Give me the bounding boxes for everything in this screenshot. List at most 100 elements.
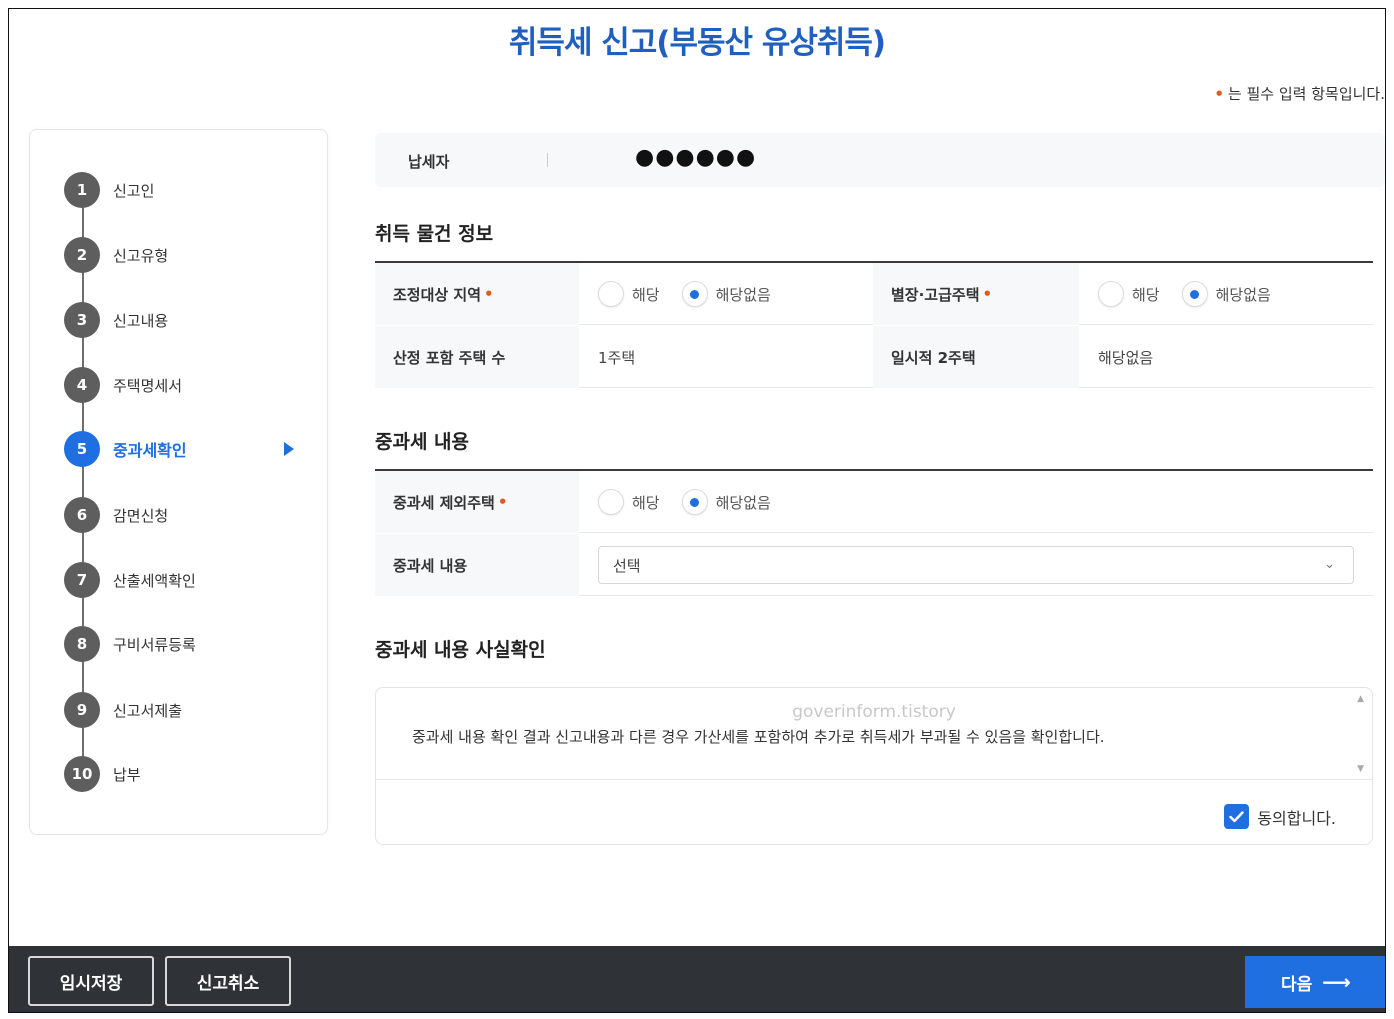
step-number: 9 bbox=[64, 692, 100, 728]
house-count-label: 산정 포함 주택 수 bbox=[375, 326, 579, 388]
heavy-tax-excluded-radio-group: 해당 해당없음 bbox=[598, 489, 793, 515]
arrow-right-icon: ⟶ bbox=[1322, 970, 1351, 994]
label-cell: 중과세 제외주택 • bbox=[375, 471, 579, 533]
step-number: 1 bbox=[64, 172, 100, 208]
watermark: goverinform.tistory bbox=[792, 702, 956, 722]
value-cell: 해당 해당없음 bbox=[579, 471, 1373, 533]
step-sidebar: 1 신고인 2 신고유형 3 신고내용 4 주택명세서 5 중과세확인 6 감면… bbox=[29, 129, 328, 835]
step-number: 10 bbox=[64, 756, 100, 792]
section-title-heavy-tax: 중과세 내용 bbox=[375, 431, 470, 453]
checkbox-checked-icon[interactable] bbox=[1224, 804, 1250, 829]
step-5[interactable]: 5 중과세확인 bbox=[64, 431, 314, 467]
step-6[interactable]: 6 감면신청 bbox=[64, 497, 314, 533]
select-value: 선택 bbox=[613, 556, 641, 575]
row-heavy-tax-excluded: 중과세 제외주택 • 해당 해당없음 bbox=[375, 471, 1373, 533]
step-7[interactable]: 7 산출세액확인 bbox=[64, 562, 314, 598]
step-label: 신고서제출 bbox=[113, 701, 183, 720]
next-button-label: 다음 bbox=[1281, 974, 1313, 995]
fact-check-text: 중과세 내용 확인 결과 신고내용과 다른 경우 가산세를 포함하여 추가로 취… bbox=[412, 728, 1105, 746]
required-mark: • bbox=[1214, 85, 1224, 103]
radio-circle[interactable] bbox=[598, 281, 624, 307]
row-house-count: 산정 포함 주택 수 1주택 일시적 2주택 해당없음 bbox=[375, 326, 1373, 388]
villa-radio-no[interactable]: 해당없음 bbox=[1181, 281, 1271, 307]
radio-circle[interactable] bbox=[1098, 281, 1124, 307]
villa-radio-yes[interactable]: 해당 bbox=[1098, 281, 1160, 307]
label-cell: 별장·고급주택 • bbox=[873, 263, 1079, 325]
scroll-down-icon[interactable]: ▼ bbox=[1357, 764, 1364, 774]
payer-value: ●●●●●● bbox=[635, 145, 757, 170]
check-icon bbox=[1229, 810, 1245, 822]
heavy-tax-excluded-label: 중과세 제외주택 bbox=[393, 493, 495, 512]
villa-label: 별장·고급주택 bbox=[891, 285, 980, 304]
scroll-up-icon[interactable]: ▲ bbox=[1357, 694, 1364, 704]
adjusted-area-radio-group: 해당 해당없음 bbox=[598, 281, 793, 307]
step-4[interactable]: 4 주택명세서 bbox=[64, 367, 314, 403]
step-1[interactable]: 1 신고인 bbox=[64, 172, 314, 208]
step-label: 신고내용 bbox=[113, 311, 169, 330]
radio-label: 해당없음 bbox=[1215, 285, 1271, 304]
radio-circle[interactable] bbox=[598, 489, 624, 515]
step-9[interactable]: 9 신고서제출 bbox=[64, 692, 314, 728]
step-10[interactable]: 10 납부 bbox=[64, 756, 314, 792]
step-label: 신고유형 bbox=[113, 246, 169, 265]
payer-label: 납세자 bbox=[408, 153, 450, 171]
row-adjusted-area: 조정대상 지역 • 해당 해당없음 별장·고급주택 • 해당 해당없음 bbox=[375, 263, 1373, 325]
section-title-acquisition: 취득 물건 정보 bbox=[375, 223, 494, 245]
radio-circle-checked[interactable] bbox=[681, 281, 708, 307]
temp-save-button[interactable]: 임시저장 bbox=[28, 956, 154, 1006]
app-frame: 취득세 신고(부동산 유상취득) • 는 필수 입력 항목입니다. 1 신고인 2… bbox=[8, 8, 1386, 1013]
heavy-tax-excluded-radio-yes[interactable]: 해당 bbox=[598, 489, 660, 515]
payer-box: 납세자 ●●●●●● bbox=[375, 133, 1385, 187]
radio-label: 해당없음 bbox=[715, 493, 771, 512]
step-label: 감면신청 bbox=[113, 506, 169, 525]
radio-circle-checked[interactable] bbox=[1181, 281, 1208, 307]
radio-label: 해당 bbox=[632, 285, 660, 304]
chevron-down-icon: ⌄ bbox=[1324, 557, 1335, 572]
required-note-text: 는 필수 입력 항목입니다. bbox=[1227, 85, 1385, 103]
required-note: • 는 필수 입력 항목입니다. bbox=[1214, 83, 1385, 104]
house-count-value: 1주택 bbox=[598, 348, 636, 367]
radio-label: 해당 bbox=[632, 493, 660, 512]
page-title: 취득세 신고(부동산 유상취득) bbox=[508, 25, 886, 61]
step-2[interactable]: 2 신고유형 bbox=[64, 237, 314, 273]
value-cell: 해당 해당없음 bbox=[579, 263, 873, 325]
heavy-tax-excluded-radio-no[interactable]: 해당없음 bbox=[681, 489, 771, 515]
villa-radio-group: 해당 해당없음 bbox=[1098, 281, 1293, 307]
step-label: 신고인 bbox=[113, 181, 155, 200]
radio-label: 해당없음 bbox=[715, 285, 771, 304]
step-3[interactable]: 3 신고내용 bbox=[64, 302, 314, 338]
step-label: 구비서류등록 bbox=[113, 635, 196, 654]
step-label: 주택명세서 bbox=[113, 376, 183, 395]
temp-two-house-label: 일시적 2주택 bbox=[873, 326, 1079, 388]
step-number: 5 bbox=[64, 431, 100, 467]
agree-label: 동의합니다. bbox=[1257, 808, 1336, 828]
step-label: 산출세액확인 bbox=[113, 571, 196, 590]
radio-label: 해당 bbox=[1132, 285, 1160, 304]
bottom-action-bar: 임시저장 신고취소 다음 ⟶ bbox=[9, 946, 1385, 1012]
cancel-report-button[interactable]: 신고취소 bbox=[165, 956, 291, 1006]
radio-circle-checked[interactable] bbox=[681, 489, 708, 515]
agree-checkbox[interactable]: 동의합니다. bbox=[1224, 804, 1336, 829]
temp-two-house-value: 해당없음 bbox=[1098, 348, 1154, 367]
fact-check-text-area[interactable]: goverinform.tistory 중과세 내용 확인 결과 신고내용과 다… bbox=[376, 688, 1372, 780]
next-button[interactable]: 다음 ⟶ bbox=[1245, 956, 1385, 1008]
step-number: 4 bbox=[64, 367, 100, 403]
step-connector-line bbox=[82, 190, 84, 776]
heavy-tax-content-select[interactable]: 선택 ⌄ bbox=[598, 546, 1354, 584]
label-cell: 조정대상 지역 • bbox=[375, 263, 579, 325]
fact-check-box: goverinform.tistory 중과세 내용 확인 결과 신고내용과 다… bbox=[375, 687, 1373, 845]
step-label: 중과세확인 bbox=[113, 441, 187, 460]
step-number: 8 bbox=[64, 626, 100, 662]
divider bbox=[547, 153, 548, 167]
section-title-fact-check: 중과세 내용 사실확인 bbox=[375, 639, 546, 661]
heavy-tax-content-label: 중과세 내용 bbox=[375, 534, 579, 596]
step-8[interactable]: 8 구비서류등록 bbox=[64, 626, 314, 662]
adjusted-area-radio-no[interactable]: 해당없음 bbox=[681, 281, 771, 307]
adjusted-area-radio-yes[interactable]: 해당 bbox=[598, 281, 660, 307]
required-mark: • bbox=[497, 493, 508, 511]
step-number: 2 bbox=[64, 237, 100, 273]
value-cell: 선택 ⌄ bbox=[579, 534, 1373, 596]
step-number: 6 bbox=[64, 497, 100, 533]
step-number: 3 bbox=[64, 302, 100, 338]
step-label: 납부 bbox=[113, 765, 141, 784]
